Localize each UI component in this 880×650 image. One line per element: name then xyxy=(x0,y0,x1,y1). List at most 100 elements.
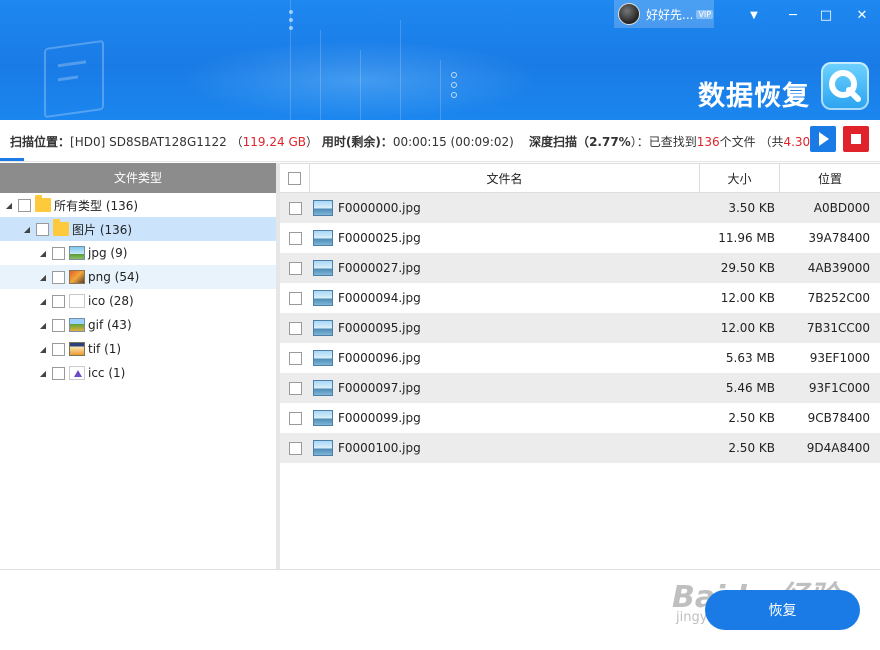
tree-item-label: png (54) xyxy=(88,270,140,284)
tif-file-icon xyxy=(69,342,85,356)
table-row[interactable]: F0000097.jpg 5.46 MB 93F1C000 xyxy=(280,373,880,403)
row-checkbox[interactable] xyxy=(288,441,302,455)
row-checkbox[interactable] xyxy=(288,351,302,365)
expand-arrow-icon[interactable]: ◢ xyxy=(38,369,48,378)
tree-item-all-types[interactable]: ◢ 所有类型 (136) xyxy=(0,193,276,217)
decor-screen-icon xyxy=(44,39,104,119)
checkbox[interactable] xyxy=(52,366,65,380)
file-name-cell: F0000096.jpg xyxy=(310,343,700,373)
row-checkbox-cell xyxy=(280,193,310,223)
menu-dropdown-icon[interactable]: ▼ xyxy=(743,4,765,26)
decor-dot xyxy=(289,18,293,22)
table-row[interactable]: F0000099.jpg 2.50 KB 9CB78400 xyxy=(280,403,880,433)
column-header-name[interactable]: 文件名 xyxy=(310,164,700,192)
row-checkbox[interactable] xyxy=(288,321,302,335)
file-name-cell: F0000095.jpg xyxy=(310,313,700,343)
file-table-header: 文件名 大小 位置 xyxy=(280,163,880,193)
close-button[interactable]: ✕ xyxy=(851,4,873,26)
row-checkbox[interactable] xyxy=(288,411,302,425)
checkbox[interactable] xyxy=(36,222,49,236)
file-position: 9D4A8400 xyxy=(806,441,870,455)
row-checkbox[interactable] xyxy=(288,291,302,305)
app-header: 好好先... VIP ▼ ─ □ ✕ 数据恢复 xyxy=(0,0,880,120)
row-checkbox[interactable] xyxy=(288,201,302,215)
tree-item-ico[interactable]: ◢ ico (28) xyxy=(0,289,276,313)
file-table-body: F0000000.jpg 3.50 KB A0BD000 F0000025.jpg 11… xyxy=(280,193,880,463)
tree-item-jpg[interactable]: ◢ jpg (9) xyxy=(0,241,276,265)
checkbox[interactable] xyxy=(52,342,65,356)
column-header-size[interactable]: 大小 xyxy=(700,164,780,192)
play-icon[interactable] xyxy=(810,126,836,152)
row-checkbox-cell xyxy=(280,313,310,343)
tree-item-icc[interactable]: ◢ icc (1) xyxy=(0,361,276,385)
stop-icon[interactable] xyxy=(843,126,869,152)
row-checkbox[interactable] xyxy=(288,261,302,275)
decor-ring xyxy=(451,92,457,98)
table-row[interactable]: F0000027.jpg 29.50 KB 4AB39000 xyxy=(280,253,880,283)
decor-line xyxy=(360,50,361,120)
tree-item-tif[interactable]: ◢ tif (1) xyxy=(0,337,276,361)
tree-item-png[interactable]: ◢ png (54) xyxy=(0,265,276,289)
table-row[interactable]: F0000100.jpg 2.50 KB 9D4A8400 xyxy=(280,433,880,463)
checkbox[interactable] xyxy=(52,318,65,332)
expand-arrow-icon[interactable]: ◢ xyxy=(4,201,14,210)
elapsed-time-value: 00:00:15 (00:09:02) xyxy=(392,135,514,149)
disk-size-open: （ xyxy=(230,135,243,149)
file-name: F0000096.jpg xyxy=(338,351,421,365)
file-size: 29.50 KB xyxy=(720,261,775,275)
checkbox[interactable] xyxy=(18,198,31,212)
file-name: F0000000.jpg xyxy=(338,201,421,215)
minimize-button[interactable]: ─ xyxy=(782,4,804,26)
row-checkbox[interactable] xyxy=(288,381,302,395)
table-row[interactable]: F0000094.jpg 12.00 KB 7B252C00 xyxy=(280,283,880,313)
table-row[interactable]: F0000095.jpg 12.00 KB 7B31CC00 xyxy=(280,313,880,343)
row-checkbox[interactable] xyxy=(288,231,302,245)
expand-arrow-icon[interactable]: ◢ xyxy=(38,321,48,330)
file-name-cell: F0000094.jpg xyxy=(310,283,700,313)
tree-item-images[interactable]: ◢ 图片 (136) xyxy=(0,217,276,241)
maximize-button[interactable]: □ xyxy=(815,4,837,26)
file-name: F0000094.jpg xyxy=(338,291,421,305)
expand-arrow-icon[interactable]: ◢ xyxy=(38,345,48,354)
disk-size-close: ） xyxy=(305,135,318,149)
elapsed-time-label: 用时(剩余)： xyxy=(321,135,393,149)
file-size: 5.46 MB xyxy=(725,381,775,395)
expand-arrow-icon[interactable]: ◢ xyxy=(38,273,48,282)
image-file-icon xyxy=(313,380,333,396)
decor-ring xyxy=(451,82,457,88)
checkbox[interactable] xyxy=(52,294,65,308)
file-position: 7B252C00 xyxy=(807,291,870,305)
found-count: 136 xyxy=(696,135,720,149)
table-row[interactable]: F0000000.jpg 3.50 KB A0BD000 xyxy=(280,193,880,223)
expand-arrow-icon[interactable]: ◢ xyxy=(38,297,48,306)
select-all-checkbox[interactable] xyxy=(288,171,301,185)
recover-button[interactable]: 恢复 xyxy=(705,590,860,630)
file-size: 11.96 MB xyxy=(718,231,775,245)
brand-title: 数据恢复 xyxy=(698,81,810,112)
file-position: 4AB39000 xyxy=(807,261,870,275)
file-name-cell: F0000025.jpg xyxy=(310,223,700,253)
png-file-icon xyxy=(69,270,85,284)
row-checkbox-cell xyxy=(280,283,310,313)
image-file-icon xyxy=(313,260,333,276)
checkbox[interactable] xyxy=(52,246,65,260)
row-checkbox-cell xyxy=(280,403,310,433)
jpg-file-icon xyxy=(69,246,85,260)
table-row[interactable]: F0000096.jpg 5.63 MB 93EF1000 xyxy=(280,343,880,373)
expand-arrow-icon[interactable]: ◢ xyxy=(22,225,32,234)
image-file-icon xyxy=(313,290,333,306)
decor-line xyxy=(400,20,401,120)
table-row[interactable]: F0000025.jpg 11.96 MB 39A78400 xyxy=(280,223,880,253)
file-size: 12.00 KB xyxy=(720,291,775,305)
tree-item-gif[interactable]: ◢ gif (43) xyxy=(0,313,276,337)
column-header-position[interactable]: 位置 xyxy=(780,164,880,192)
checkbox[interactable] xyxy=(52,270,65,284)
row-checkbox-cell xyxy=(280,343,310,373)
image-file-icon xyxy=(313,440,333,456)
file-type-panel: 文件类型 ◢ 所有类型 (136) ◢ 图片 (136) ◢ jpg (9) ◢… xyxy=(0,163,276,569)
file-name: F0000027.jpg xyxy=(338,261,421,275)
user-account[interactable]: 好好先... VIP xyxy=(614,0,714,28)
expand-arrow-icon[interactable]: ◢ xyxy=(38,249,48,258)
decor-line xyxy=(320,30,321,120)
file-position: 9CB78400 xyxy=(807,411,870,425)
